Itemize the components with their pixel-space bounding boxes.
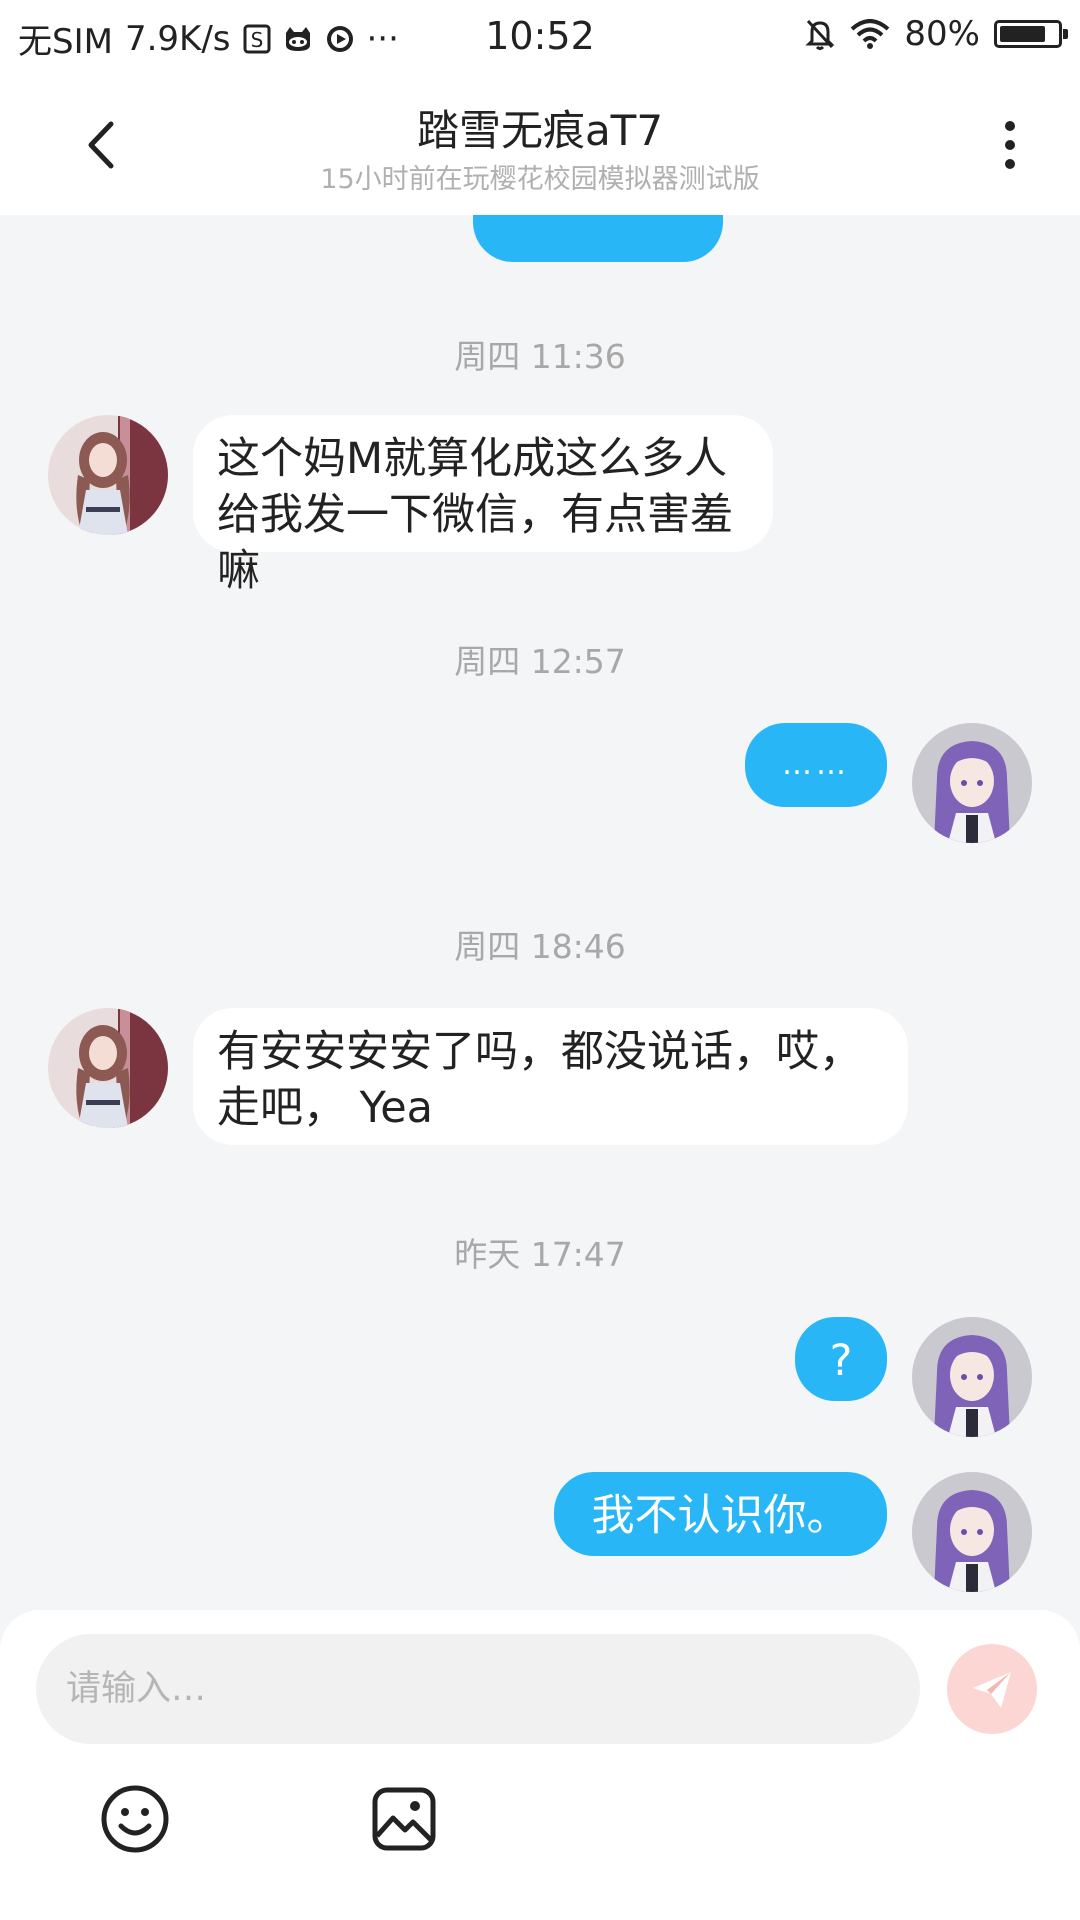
more-options-button[interactable]	[990, 115, 1030, 175]
status-bar: 无SIM 7.9K/s S ··· 10:52 80%	[0, 0, 1080, 75]
message-bubble-incoming[interactable]: 这个妈M就算化成这么多人给我发一下微信，有点害羞嘛	[193, 415, 773, 596]
message-bubble-outgoing[interactable]: 我不认识你。	[554, 1472, 887, 1556]
emoji-icon	[101, 1785, 169, 1853]
message-input[interactable]	[36, 1634, 920, 1744]
timestamp: 昨天 17:47	[454, 1235, 626, 1274]
contact-avatar[interactable]	[48, 1008, 168, 1128]
my-avatar[interactable]	[912, 1472, 1032, 1592]
composer	[0, 1610, 1080, 1920]
chat-header: 踏雪无痕aT7 15小时前在玩樱花校园模拟器测试版	[0, 75, 1080, 215]
chat-title: 踏雪无痕aT7	[416, 106, 664, 155]
message-bubble-outgoing[interactable]: ?	[795, 1317, 887, 1401]
battery-fill	[1000, 26, 1045, 42]
chat-subtitle: 15小时前在玩樱花校园模拟器测试版	[320, 164, 760, 195]
status-overflow: ···	[366, 18, 399, 59]
send-icon	[973, 1672, 1011, 1708]
battery-icon	[994, 20, 1068, 48]
my-avatar[interactable]	[912, 723, 1032, 843]
image-icon	[372, 1787, 436, 1851]
mute-bell-icon	[804, 17, 836, 51]
carrier-label: 无SIM	[18, 22, 113, 62]
play-icon	[325, 24, 355, 54]
status-bar-right: 80%	[804, 14, 1068, 54]
s-box-icon: S	[243, 24, 271, 54]
cat-icon	[283, 25, 313, 53]
my-avatar[interactable]	[912, 1317, 1032, 1437]
emoji-button[interactable]	[98, 1782, 172, 1856]
image-button[interactable]	[367, 1782, 441, 1856]
more-dot-icon	[1005, 140, 1015, 150]
message-bubble-partial	[473, 215, 723, 262]
message-bubble-incoming[interactable]: 有安安安安了吗，都没说话，哎，走吧， Yea	[193, 1008, 908, 1145]
more-dot-icon	[1005, 159, 1015, 169]
wifi-icon	[850, 19, 890, 49]
timestamp: 周四 12:57	[454, 642, 626, 681]
timestamp: 周四 18:46	[454, 927, 626, 966]
send-button[interactable]	[947, 1644, 1037, 1734]
net-speed: 7.9K/s	[124, 18, 231, 59]
svg-text:S: S	[250, 28, 263, 52]
message-bubble-outgoing[interactable]: ……	[745, 723, 887, 807]
status-bar-left: 无SIM 7.9K/s S ···	[18, 14, 399, 63]
battery-percent: 80%	[904, 14, 980, 54]
contact-avatar[interactable]	[48, 415, 168, 535]
more-dot-icon	[1005, 121, 1015, 131]
timestamp: 周四 11:36	[454, 337, 626, 376]
message-list[interactable]: 周四 11:36 这个妈M就算化成这么多人给我发一下微信，有点害羞嘛 周四 12…	[0, 215, 1080, 1610]
